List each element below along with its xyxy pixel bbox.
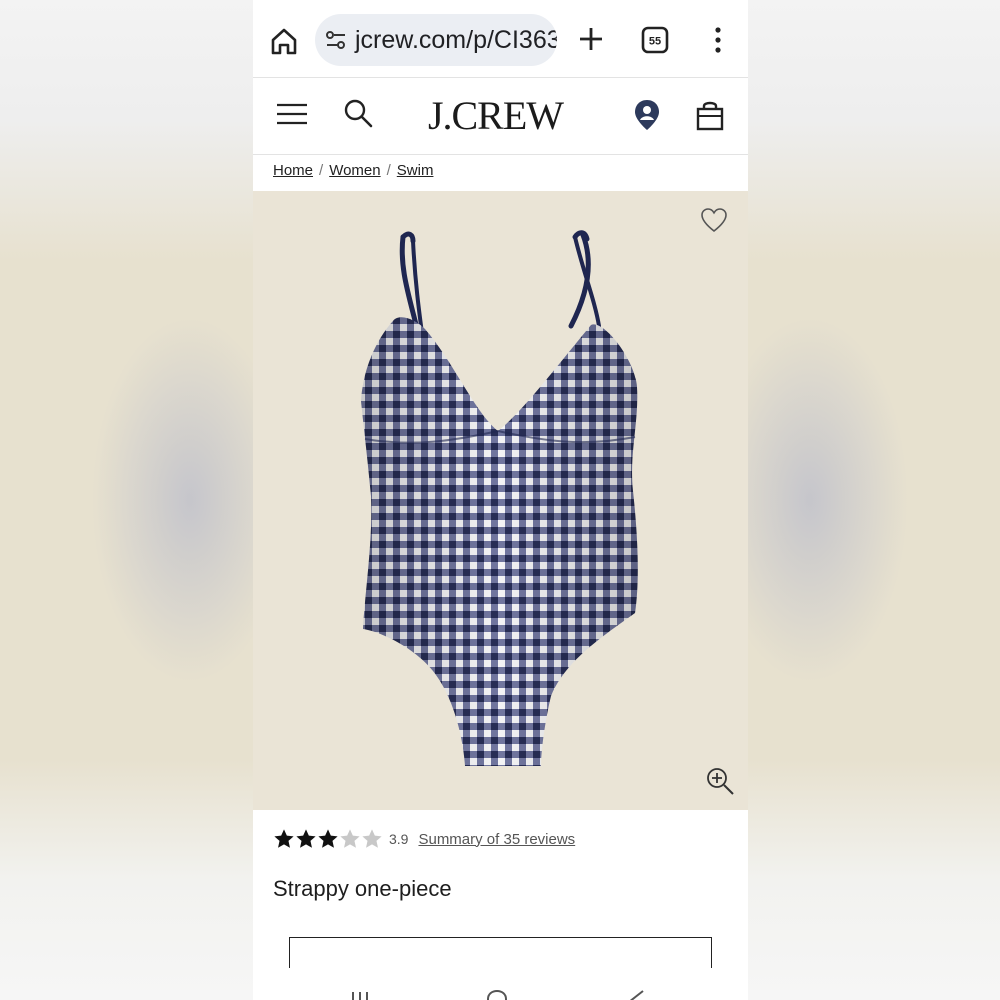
breadcrumb-separator: / [319,162,324,179]
shopping-bag-icon[interactable] [695,99,725,131]
rating-row: 3.9 Summary of 35 reviews [273,828,575,856]
store-locator-pin-icon[interactable] [633,98,661,132]
product-image[interactable] [253,191,748,810]
rating-value: 3.9 [389,831,409,847]
browser-toolbar: jcrew.com/p/CI363 55 [253,0,748,78]
tab-count: 55 [649,36,661,48]
url-text[interactable]: jcrew.com/p/CI363 [355,26,557,55]
phone-screen: jcrew.com/p/CI363 55 J.CREW Home / Women… [253,0,748,1000]
breadcrumb-women[interactable]: Women [329,162,380,179]
system-nav-bar [253,968,748,1000]
address-bar[interactable]: jcrew.com/p/CI363 [315,14,557,66]
breadcrumb-separator: / [386,162,391,179]
hamburger-menu-icon[interactable] [276,101,308,127]
star-empty-icon [362,829,382,848]
home-icon[interactable] [269,26,299,56]
wishlist-heart-icon[interactable] [700,207,728,233]
star-filled-icon [318,829,338,848]
star-empty-icon [340,829,360,848]
breadcrumb: Home / Women / Swim [273,162,433,184]
breadcrumb-swim[interactable]: Swim [397,162,434,179]
breadcrumb-home[interactable]: Home [273,162,313,179]
gingham-swimsuit-image [361,230,638,766]
search-icon[interactable] [343,98,373,128]
more-menu-icon[interactable] [708,26,728,54]
product-title: Strappy one-piece [273,876,452,901]
back-icon[interactable] [625,990,645,1000]
zoom-in-icon[interactable] [705,766,735,796]
tab-switcher-icon[interactable]: 55 [641,26,669,54]
new-tab-plus-icon[interactable] [578,26,604,52]
star-rating[interactable] [273,828,383,850]
nav-home-icon[interactable] [486,990,508,1000]
jcrew-logo[interactable]: J.CREW [413,92,578,139]
site-header: J.CREW [253,78,748,155]
recents-icon[interactable] [349,990,371,1000]
star-filled-icon [274,829,294,848]
reviews-summary-link[interactable]: Summary of 35 reviews [418,831,575,848]
star-filled-icon [296,829,316,848]
site-settings-icon[interactable] [325,29,347,51]
